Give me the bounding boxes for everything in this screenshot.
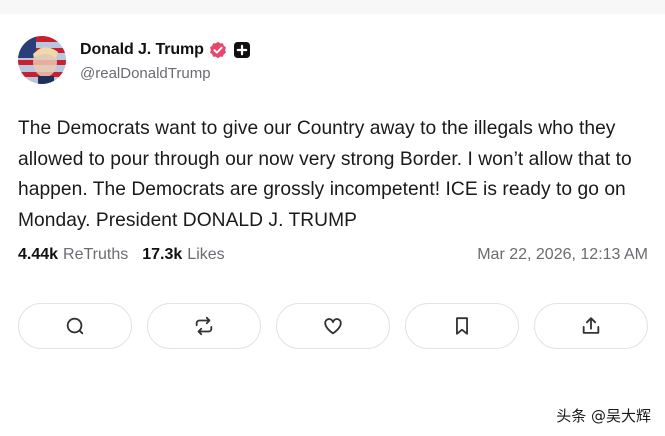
retruths-stat[interactable]: 4.44k ReTruths	[18, 246, 128, 264]
comment-icon	[66, 317, 84, 335]
post-text: The Democrats want to give our Country a…	[18, 118, 632, 231]
bookmark-icon	[456, 317, 468, 335]
bookmark-button[interactable]	[405, 303, 519, 349]
flag-portrait-avatar-icon	[18, 36, 66, 84]
name-row: Donald J. Trump	[80, 39, 251, 61]
post-card: Donald J. Trump @realDonaldTrump The Dem…	[18, 36, 648, 266]
avatar[interactable]	[18, 36, 66, 84]
top-band	[0, 0, 665, 14]
likes-count: 17.3k	[142, 246, 183, 263]
retruths-label: ReTruths	[63, 246, 129, 263]
repost-icon	[195, 316, 213, 336]
plus-badge-icon	[233, 41, 251, 59]
heart-icon	[324, 318, 342, 335]
share-button[interactable]	[534, 303, 648, 349]
author-names: Donald J. Trump @realDonaldTrump	[80, 39, 251, 82]
retruth-button[interactable]	[147, 303, 261, 349]
action-bar	[18, 303, 648, 349]
likes-label: Likes	[187, 246, 225, 263]
watermark: 头条 @吴大辉	[556, 407, 651, 425]
post-stats: 4.44k ReTruths 17.3k Likes Mar 22, 2026,…	[18, 244, 648, 266]
post-timestamp[interactable]: Mar 22, 2026, 12:13 AM	[477, 246, 648, 264]
retruths-count: 4.44k	[18, 246, 59, 263]
post-header: Donald J. Trump @realDonaldTrump	[18, 36, 648, 84]
verified-check-icon	[209, 41, 227, 59]
reply-button[interactable]	[18, 303, 132, 349]
display-name[interactable]: Donald J. Trump	[80, 41, 204, 59]
share-icon	[582, 317, 600, 334]
user-handle[interactable]: @realDonaldTrump	[80, 65, 251, 82]
likes-stat[interactable]: 17.3k Likes	[142, 246, 224, 264]
like-button[interactable]	[276, 303, 390, 349]
